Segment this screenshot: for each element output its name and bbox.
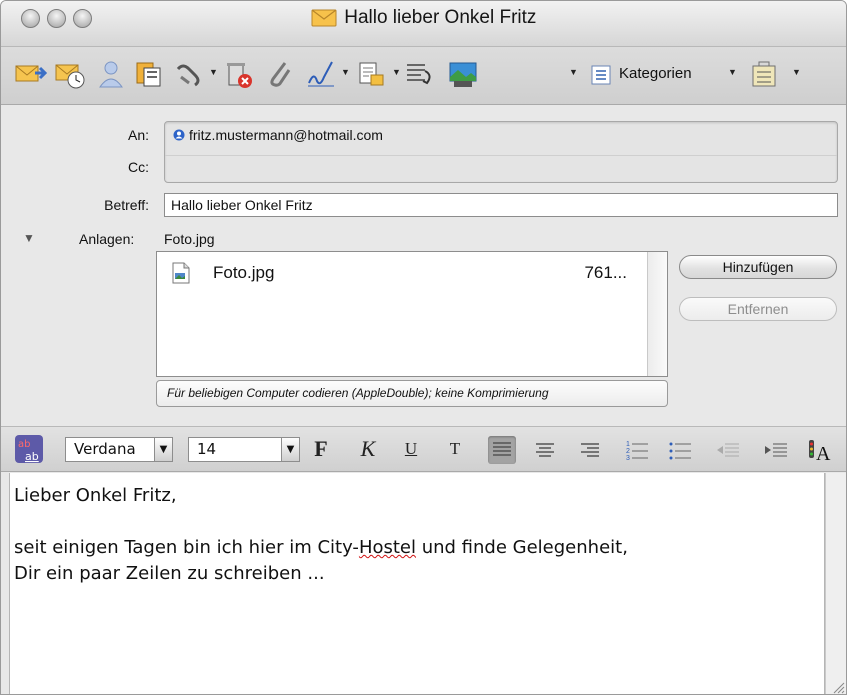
attach-icon[interactable] <box>263 57 297 91</box>
decrease-indent-icon[interactable] <box>713 436 741 464</box>
signature-menu-arrow[interactable]: ▼ <box>341 67 350 77</box>
attachment-item[interactable]: Foto.jpg 761... <box>171 262 637 284</box>
to-label: An: <box>127 127 149 143</box>
body-line-2-start: seit einigen Tagen bin ich hier im City- <box>14 537 359 558</box>
resize-grip-icon[interactable] <box>831 680 845 694</box>
format-bar: ab ab Verdana ▼ 14 ▼ F K U T 123 A <box>1 426 846 472</box>
subject-field[interactable] <box>164 193 838 217</box>
photo-icon[interactable] <box>446 57 480 91</box>
link-menu-arrow[interactable]: ▼ <box>209 67 218 77</box>
recipient-token[interactable]: fritz.mustermann@hotmail.com <box>173 127 383 143</box>
attachments-list[interactable]: Foto.jpg 761... <box>156 251 668 377</box>
text-size-icon[interactable]: A <box>807 436 835 465</box>
body-scrollbar[interactable] <box>825 473 846 694</box>
photo-menu-arrow[interactable]: ▼ <box>569 67 578 77</box>
bold-button[interactable]: F <box>308 435 334 463</box>
align-center-icon[interactable] <box>531 436 559 464</box>
misspelled-word[interactable]: Hostel <box>359 537 416 558</box>
project-menu-arrow[interactable]: ▼ <box>792 67 801 77</box>
send-later-icon[interactable] <box>53 57 87 91</box>
message-body-editor[interactable]: Lieber Onkel Fritz, seit einigen Tagen b… <box>9 473 825 694</box>
svg-text:1: 1 <box>626 441 630 448</box>
align-right-icon[interactable] <box>576 436 604 464</box>
delete-icon[interactable] <box>221 57 255 91</box>
toolbar: ▼ ▼ ▼ ▼ Kategorien ▼ ▼ <box>1 47 846 105</box>
subject-label: Betreff: <box>104 197 149 213</box>
copy-icon[interactable] <box>131 57 165 91</box>
svg-text:A: A <box>816 443 831 464</box>
signature-icon[interactable] <box>304 57 338 91</box>
body-line-greeting: Lieber Onkel Fritz, <box>14 485 177 506</box>
project-icon[interactable] <box>747 57 781 91</box>
underline-button[interactable]: U <box>398 435 424 463</box>
link-icon[interactable] <box>171 57 205 91</box>
font-size-select[interactable]: 14 ▼ <box>188 437 300 462</box>
recipient-address: fritz.mustermann@hotmail.com <box>189 127 383 143</box>
attachments-disclosure-triangle[interactable]: ▼ <box>23 231 35 245</box>
svg-text:3: 3 <box>626 455 630 462</box>
attachments-label: Anlagen: <box>79 231 135 247</box>
svg-text:ab: ab <box>25 450 39 463</box>
font-size-value: 14 <box>197 440 217 458</box>
add-attachment-button[interactable]: Hinzufügen <box>679 255 837 279</box>
categories-menu-arrow[interactable]: ▼ <box>728 67 737 77</box>
bullet-list-icon[interactable] <box>666 436 694 464</box>
italic-button[interactable]: K <box>355 435 381 463</box>
spellcheck-icon[interactable]: ab ab <box>15 435 43 463</box>
window-title: Hallo lieber Onkel Fritz <box>344 7 537 28</box>
body-line-3: Dir ein paar Zeilen zu schreiben ... <box>14 563 325 584</box>
body-line-2: seit einigen Tagen bin ich hier im City-… <box>14 535 820 561</box>
attachment-name: Foto.jpg <box>213 263 275 282</box>
size-dropdown-arrow[interactable]: ▼ <box>281 438 299 461</box>
file-icon <box>172 262 190 284</box>
font-family-value: Verdana <box>74 440 136 458</box>
recipients-field[interactable]: fritz.mustermann@hotmail.com <box>164 121 838 183</box>
attachment-size: 761... <box>584 263 627 282</box>
font-family-select[interactable]: Verdana ▼ <box>65 437 173 462</box>
options-menu-arrow[interactable]: ▼ <box>392 67 401 77</box>
categories-icon[interactable] <box>591 65 611 85</box>
message-header: An: Cc: fritz.mustermann@hotmail.com Bet… <box>1 106 846 426</box>
envelope-icon <box>311 9 337 27</box>
svg-text:ab: ab <box>18 439 30 450</box>
options-icon[interactable] <box>354 57 388 91</box>
increase-indent-icon[interactable] <box>761 436 789 464</box>
attachments-scrollbar[interactable] <box>647 252 667 376</box>
contact-icon <box>173 129 185 141</box>
message-window: Hallo lieber Onkel Fritz ▼ ▼ ▼ ▼ Kategor… <box>0 0 847 695</box>
font-dropdown-arrow[interactable]: ▼ <box>154 438 172 461</box>
svg-text:2: 2 <box>626 448 630 455</box>
body-line-2-end: und finde Gelegenheit, <box>416 537 628 558</box>
encoding-select[interactable]: Für beliebigen Computer codieren (AppleD… <box>156 380 668 407</box>
address-book-icon[interactable] <box>94 57 128 91</box>
body-blank-line <box>14 509 820 535</box>
send-icon[interactable] <box>13 57 48 91</box>
attachments-summary: Foto.jpg <box>164 231 215 247</box>
text-color-button[interactable]: T <box>442 435 468 463</box>
numbered-list-icon[interactable]: 123 <box>623 436 651 464</box>
categories-label[interactable]: Kategorien <box>619 59 692 89</box>
cc-field[interactable] <box>165 155 837 183</box>
remove-attachment-button[interactable]: Entfernen <box>679 297 837 321</box>
format-icon[interactable] <box>403 57 437 91</box>
window-title-wrap: Hallo lieber Onkel Fritz <box>1 3 846 33</box>
cc-label: Cc: <box>128 159 149 175</box>
title-bar[interactable]: Hallo lieber Onkel Fritz <box>1 1 846 47</box>
align-left-icon[interactable] <box>488 436 516 464</box>
